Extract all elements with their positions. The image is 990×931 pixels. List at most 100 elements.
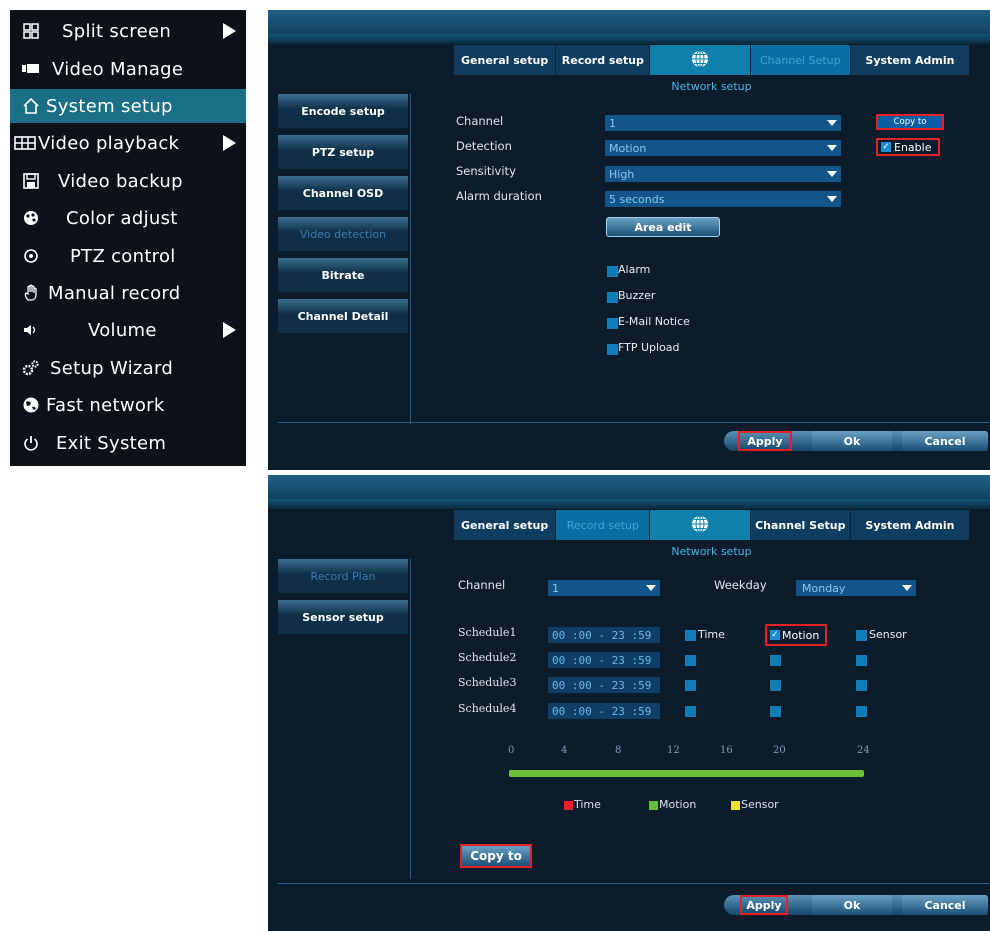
home-icon [20,95,42,117]
schedule-time-field[interactable]: 00 :00 - 23 :59 [548,677,660,693]
alarm-checkbox[interactable] [607,266,618,277]
sensor-checkbox[interactable] [856,655,867,666]
record-setup-panel: General setup Record setup Channel Setup… [268,475,990,931]
chevron-down-icon [827,196,837,202]
tab-general-setup[interactable]: General setup [454,45,557,75]
cancel-button[interactable]: Cancel [902,431,988,451]
alarm-duration-select[interactable]: 5 seconds [605,191,841,207]
menu-item-system-setup[interactable]: System setup [10,89,246,123]
film-icon [14,132,36,154]
motion-checkbox[interactable] [770,706,781,717]
email-notice-checkbox[interactable] [607,318,618,329]
sensor-checkbox[interactable] [856,680,867,691]
speaker-icon [20,319,42,341]
sensitivity-select[interactable]: High [605,166,841,182]
tab-system-admin[interactable]: System Admin [850,45,969,75]
menu-item-setup-wizard[interactable]: Setup Wizard [10,351,246,385]
ok-button[interactable]: Ok [812,431,892,451]
ok-button[interactable]: Ok [812,895,892,915]
ftp-upload-checkbox[interactable] [607,344,618,355]
menu-item-video-manage[interactable]: Video Manage [10,52,246,86]
time-checkbox[interactable] [685,655,696,666]
buzzer-checkbox[interactable] [607,292,618,303]
sidebar-item-record-plan[interactable]: Record Plan [278,559,408,593]
timeline-tick: 24 [857,745,870,756]
sidebar-item-video-detection[interactable]: Video detection [278,217,408,251]
menu-item-video-playback[interactable]: Video playback [10,126,246,160]
copy-to-button[interactable]: Copy to [876,114,944,130]
divider [278,883,990,884]
tab-channel-setup[interactable]: Channel Setup [750,510,851,540]
sidebar-item-ptz-setup[interactable]: PTZ setup [278,135,408,169]
menu-item-fast-network[interactable]: Fast network [10,388,246,422]
time-checkbox[interactable] [685,706,696,717]
sidebar-item-channel-detail[interactable]: Channel Detail [278,299,408,333]
cancel-button[interactable]: Cancel [902,895,988,915]
motion-checkbox[interactable] [770,655,781,666]
main-menu: Split screen Video Manage System setup V… [10,10,246,466]
tab-record-setup[interactable]: Record setup [556,45,651,75]
tab-network-setup[interactable] [650,510,751,540]
menu-label: Volume [88,319,157,341]
menu-item-ptz-control[interactable]: PTZ control [10,239,246,273]
menu-label: Video playback [38,132,180,154]
menu-item-volume[interactable]: Volume [10,313,246,347]
menu-item-manual-record[interactable]: Manual record [10,276,246,310]
tab-record-setup[interactable]: Record setup [556,510,651,540]
channel-label: Channel [458,578,506,592]
menu-item-exit-system[interactable]: Exit System [10,426,246,460]
sensor-checkbox[interactable] [856,630,867,641]
globe-icon [691,515,709,536]
time-checkbox[interactable] [685,680,696,691]
channel-select[interactable]: 1 [605,115,841,131]
sensor-checkbox[interactable] [856,706,867,717]
schedule-time-field[interactable]: 00 :00 - 23 :59 [548,627,660,643]
divider [410,559,411,879]
tab-system-admin[interactable]: System Admin [850,510,969,540]
legend-time-swatch [564,801,573,810]
weekday-select[interactable]: Monday [796,580,916,596]
sidebar-item-sensor-setup[interactable]: Sensor setup [278,600,408,634]
menu-label: Fast network [46,394,165,416]
motion-checkbox[interactable]: ✓ Motion [765,624,827,646]
timeline-tick: 16 [720,745,733,756]
sidebar-item-bitrate[interactable]: Bitrate [278,258,408,292]
menu-label: Color adjust [66,207,178,229]
tab-channel-setup[interactable]: Channel Setup [750,45,851,75]
floppy-icon [20,170,42,192]
motion-column-label: Motion [782,628,820,642]
schedule-time-field[interactable]: 00 :00 - 23 :59 [548,703,660,719]
enable-checkbox[interactable]: ✓ Enable [876,138,940,156]
legend-motion-swatch [649,801,658,810]
power-icon [20,432,42,454]
sidebar-item-encode-setup[interactable]: Encode setup [278,94,408,128]
channel-setup-panel: General setup Record setup Channel Setup… [268,10,990,470]
time-checkbox[interactable] [685,630,696,641]
chevron-down-icon [902,585,912,591]
menu-label: System setup [46,95,173,117]
tab-general-setup[interactable]: General setup [454,510,557,540]
channel-sidebar: Encode setup PTZ setup Channel OSD Video… [278,94,408,340]
timeline-tick: 0 [508,745,515,756]
detection-select[interactable]: Motion [605,140,841,156]
apply-button[interactable]: Apply [740,895,788,915]
hand-icon [20,282,42,304]
chevron-down-icon [827,120,837,126]
area-edit-button[interactable]: Area edit [606,217,720,237]
schedule-time-field[interactable]: 00 :00 - 23 :59 [548,652,660,668]
tab-network-setup[interactable] [650,45,751,75]
menu-item-video-backup[interactable]: Video backup [10,164,246,198]
divider [278,422,990,423]
menu-label: Setup Wizard [50,357,174,379]
title-bar [268,475,990,509]
schedule-label: Schedule1 [458,626,517,639]
motion-checkbox[interactable] [770,680,781,691]
apply-button[interactable]: Apply [738,431,792,451]
section-title: Network setup [671,80,752,93]
palette-icon [20,207,42,229]
copy-to-button[interactable]: Copy to [460,844,532,868]
channel-select[interactable]: 1 [548,580,660,596]
menu-item-color-adjust[interactable]: Color adjust [10,201,246,235]
sidebar-item-channel-osd[interactable]: Channel OSD [278,176,408,210]
menu-item-split-screen[interactable]: Split screen [10,14,246,48]
